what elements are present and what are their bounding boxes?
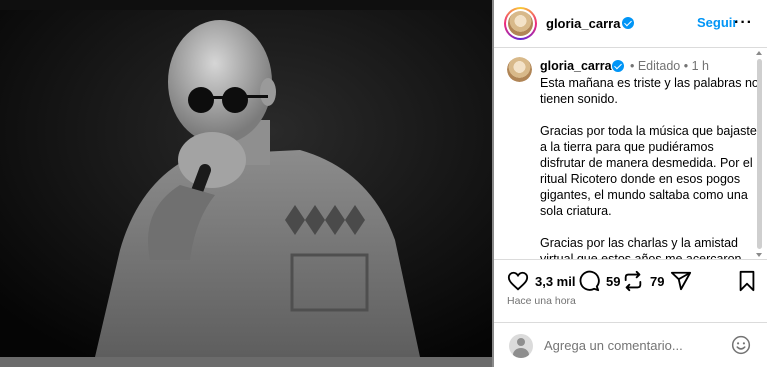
comment-count[interactable]: 59 [606,274,620,289]
author-username[interactable]: gloria_carra [546,16,620,31]
send-icon [670,271,692,291]
top-strip [0,0,492,10]
more-options-icon[interactable]: ··· [734,14,753,32]
caption-meta: • Editado • 1 h [630,59,709,73]
verified-badge-icon [612,60,624,72]
comment-input[interactable] [544,338,714,353]
caption-paragraph: Esta mañana es triste y las palabras no … [540,76,759,106]
post-photo[interactable] [0,10,492,357]
comment-bubble-icon [579,270,600,292]
comment-button[interactable]: 59 [578,270,620,292]
verified-badge-icon [622,17,634,29]
post-timestamp[interactable]: Hace una hora [507,295,576,307]
post-sidebar: gloria_carra Seguir ··· gloria_carra • E… [494,0,767,367]
bookmark-icon [739,270,755,292]
heart-icon [507,271,529,291]
author-avatar[interactable] [504,7,537,40]
repost-icon [624,270,642,292]
action-bar: 3,3 mil 59 79 [494,260,767,300]
smiley-icon[interactable] [731,335,751,355]
like-button[interactable]: 3,3 mil [507,270,575,292]
save-button[interactable] [736,270,758,292]
current-user-avatar [509,334,533,358]
caption-paragraph: Gracias por toda la música que bajaste a… [540,124,757,218]
share-button[interactable] [670,270,692,292]
caption-section: gloria_carra • Editado • 1 h Esta mañana… [494,49,767,259]
caption-avatar[interactable] [507,57,532,82]
caption-paragraph: Gracias por las charlas y la amistad vir… [540,236,742,259]
bottom-strip [0,357,492,367]
repost-button[interactable]: 79 [622,270,664,292]
singer-photo [0,10,492,357]
scroll-up-arrow-icon[interactable] [756,51,762,55]
like-count[interactable]: 3,3 mil [535,274,575,289]
repost-count[interactable]: 79 [650,274,664,289]
caption-text: Esta mañana es triste y las palabras no … [540,75,760,259]
comment-bar [494,323,767,367]
follow-button[interactable]: Seguir [697,15,737,30]
scroll-down-arrow-icon[interactable] [756,253,762,257]
post-header: gloria_carra Seguir ··· [494,0,767,48]
caption-scrollbar[interactable] [757,59,762,249]
caption-username[interactable]: gloria_carra [540,59,612,73]
